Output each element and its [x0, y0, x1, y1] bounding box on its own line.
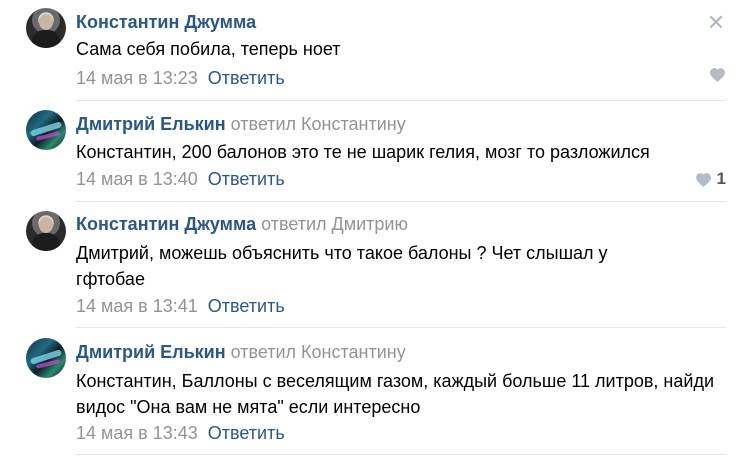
avatar[interactable] [26, 211, 66, 251]
divider [76, 100, 726, 101]
avatar[interactable] [26, 338, 66, 378]
like-count: 1 [716, 169, 726, 188]
comment-text: Константин, 200 балонов это те не шарик … [76, 142, 650, 162]
comment-date[interactable]: 14 мая в 13:23 [76, 68, 198, 88]
divider [76, 201, 726, 202]
author-name[interactable]: Константин Джумма [76, 12, 256, 32]
avatar[interactable] [26, 8, 66, 48]
replied-to[interactable]: ответил Константину [231, 342, 406, 362]
like-button[interactable] [709, 67, 726, 82]
author-name[interactable]: Дмитрий Елькин [76, 342, 226, 362]
avatar[interactable] [26, 110, 66, 150]
like-button[interactable]: 1 [695, 168, 726, 190]
reply-button[interactable]: Ответить [208, 169, 285, 189]
divider [76, 454, 726, 455]
comment-text: Сама себя побила, теперь ноет [76, 39, 341, 59]
replied-to[interactable]: ответил Дмитрию [261, 214, 408, 234]
comment-date[interactable]: 14 мая в 13:41 [76, 296, 198, 316]
heart-icon [695, 172, 711, 187]
comment-text: Константин, Баллоны с веселящим газом, к… [76, 371, 714, 417]
divider [76, 327, 726, 328]
reply-button[interactable]: Ответить [208, 423, 285, 443]
heart-icon [710, 68, 725, 82]
reply-button[interactable]: Ответить [208, 68, 285, 88]
replied-to[interactable]: ответил Константину [231, 114, 406, 134]
comment-date[interactable]: 14 мая в 13:43 [76, 423, 198, 443]
author-name[interactable]: Дмитрий Елькин [76, 114, 226, 134]
close-icon[interactable]: ✕ [706, 12, 726, 34]
comment-text: Дмитрий, можешь объяснить что такое бало… [76, 243, 608, 289]
author-name[interactable]: Константин Джумма [76, 214, 256, 234]
comment-date[interactable]: 14 мая в 13:40 [76, 169, 198, 189]
reply-button[interactable]: Ответить [208, 296, 285, 316]
